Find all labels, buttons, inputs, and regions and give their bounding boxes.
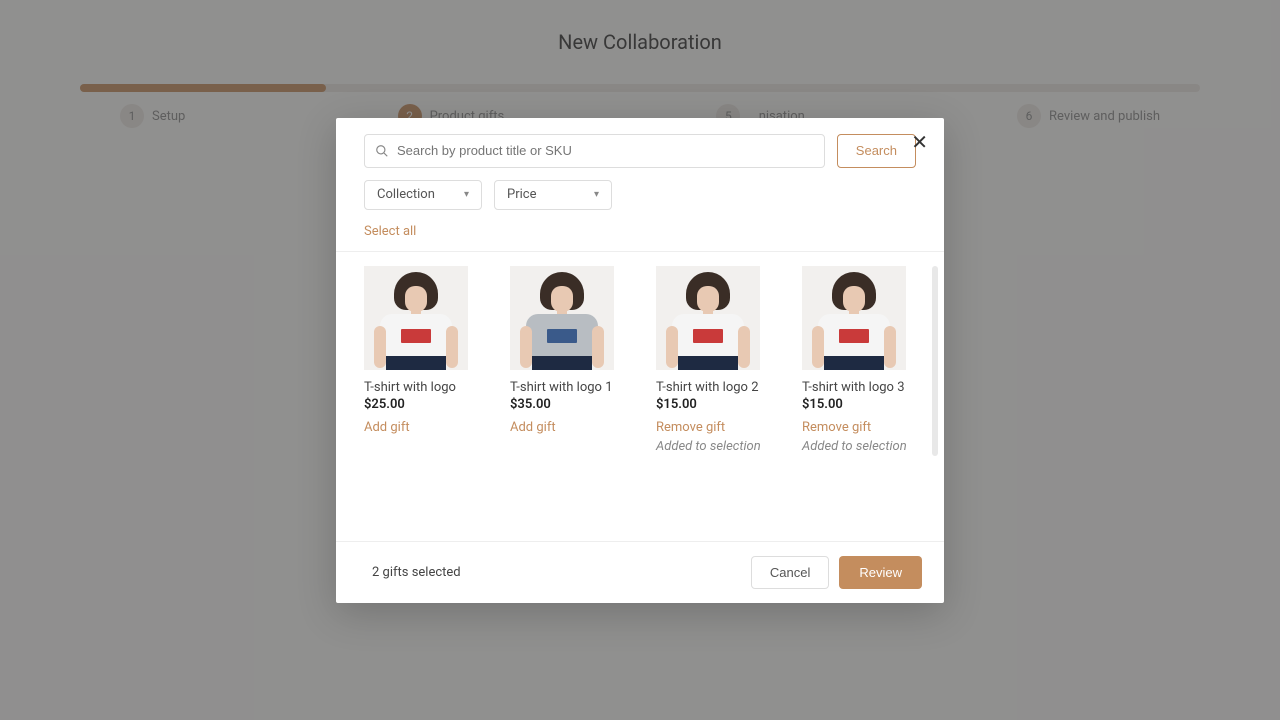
filters-row: Collection ▾ Price ▾ xyxy=(364,180,916,210)
product-price: $15.00 xyxy=(656,397,782,412)
product-image[interactable] xyxy=(656,266,760,370)
product-card: T-shirt with logo 2 $15.00 Remove gift A… xyxy=(656,266,782,527)
modal-footer: 2 gifts selected Cancel Review xyxy=(336,541,944,603)
product-title: T-shirt with logo 2 xyxy=(656,380,782,395)
product-image[interactable] xyxy=(364,266,468,370)
dropdown-label: Collection xyxy=(377,187,435,202)
product-card: T-shirt with logo 3 $15.00 Remove gift A… xyxy=(802,266,928,527)
modal-body: T-shirt with logo $25.00 Add gift T-shir… xyxy=(336,251,944,541)
price-dropdown[interactable]: Price ▾ xyxy=(494,180,612,210)
close-icon[interactable]: ✕ xyxy=(911,132,928,152)
search-row: Search xyxy=(364,134,916,168)
search-box[interactable] xyxy=(364,134,825,168)
collection-dropdown[interactable]: Collection ▾ xyxy=(364,180,482,210)
selected-count: 2 gifts selected xyxy=(372,565,461,580)
product-card: T-shirt with logo $25.00 Add gift xyxy=(364,266,490,527)
chevron-down-icon: ▾ xyxy=(464,189,469,200)
dropdown-label: Price xyxy=(507,187,536,202)
product-title: T-shirt with logo 1 xyxy=(510,380,636,395)
modal-overlay: ✕ Search Collection ▾ Price ▾ Select xyxy=(0,0,1280,720)
product-image[interactable] xyxy=(510,266,614,370)
product-price: $25.00 xyxy=(364,397,490,412)
search-input[interactable] xyxy=(397,143,814,158)
search-icon xyxy=(375,144,389,158)
added-note: Added to selection xyxy=(802,439,928,454)
added-note: Added to selection xyxy=(656,439,782,454)
modal-header: Search Collection ▾ Price ▾ Select all xyxy=(336,118,944,251)
product-price: $35.00 xyxy=(510,397,636,412)
chevron-down-icon: ▾ xyxy=(594,189,599,200)
product-title: T-shirt with logo 3 xyxy=(802,380,928,395)
product-price: $15.00 xyxy=(802,397,928,412)
review-button[interactable]: Review xyxy=(839,556,922,589)
footer-actions: Cancel Review xyxy=(751,556,922,589)
product-selection-modal: ✕ Search Collection ▾ Price ▾ Select xyxy=(336,118,944,603)
search-button[interactable]: Search xyxy=(837,134,916,168)
select-all-link[interactable]: Select all xyxy=(364,224,416,239)
product-title: T-shirt with logo xyxy=(364,380,490,395)
remove-gift-link[interactable]: Remove gift xyxy=(802,420,871,435)
product-card: T-shirt with logo 1 $35.00 Add gift xyxy=(510,266,636,527)
scrollbar[interactable] xyxy=(932,266,938,456)
remove-gift-link[interactable]: Remove gift xyxy=(656,420,725,435)
product-image[interactable] xyxy=(802,266,906,370)
cancel-button[interactable]: Cancel xyxy=(751,556,829,589)
add-gift-link[interactable]: Add gift xyxy=(364,420,410,435)
add-gift-link[interactable]: Add gift xyxy=(510,420,556,435)
